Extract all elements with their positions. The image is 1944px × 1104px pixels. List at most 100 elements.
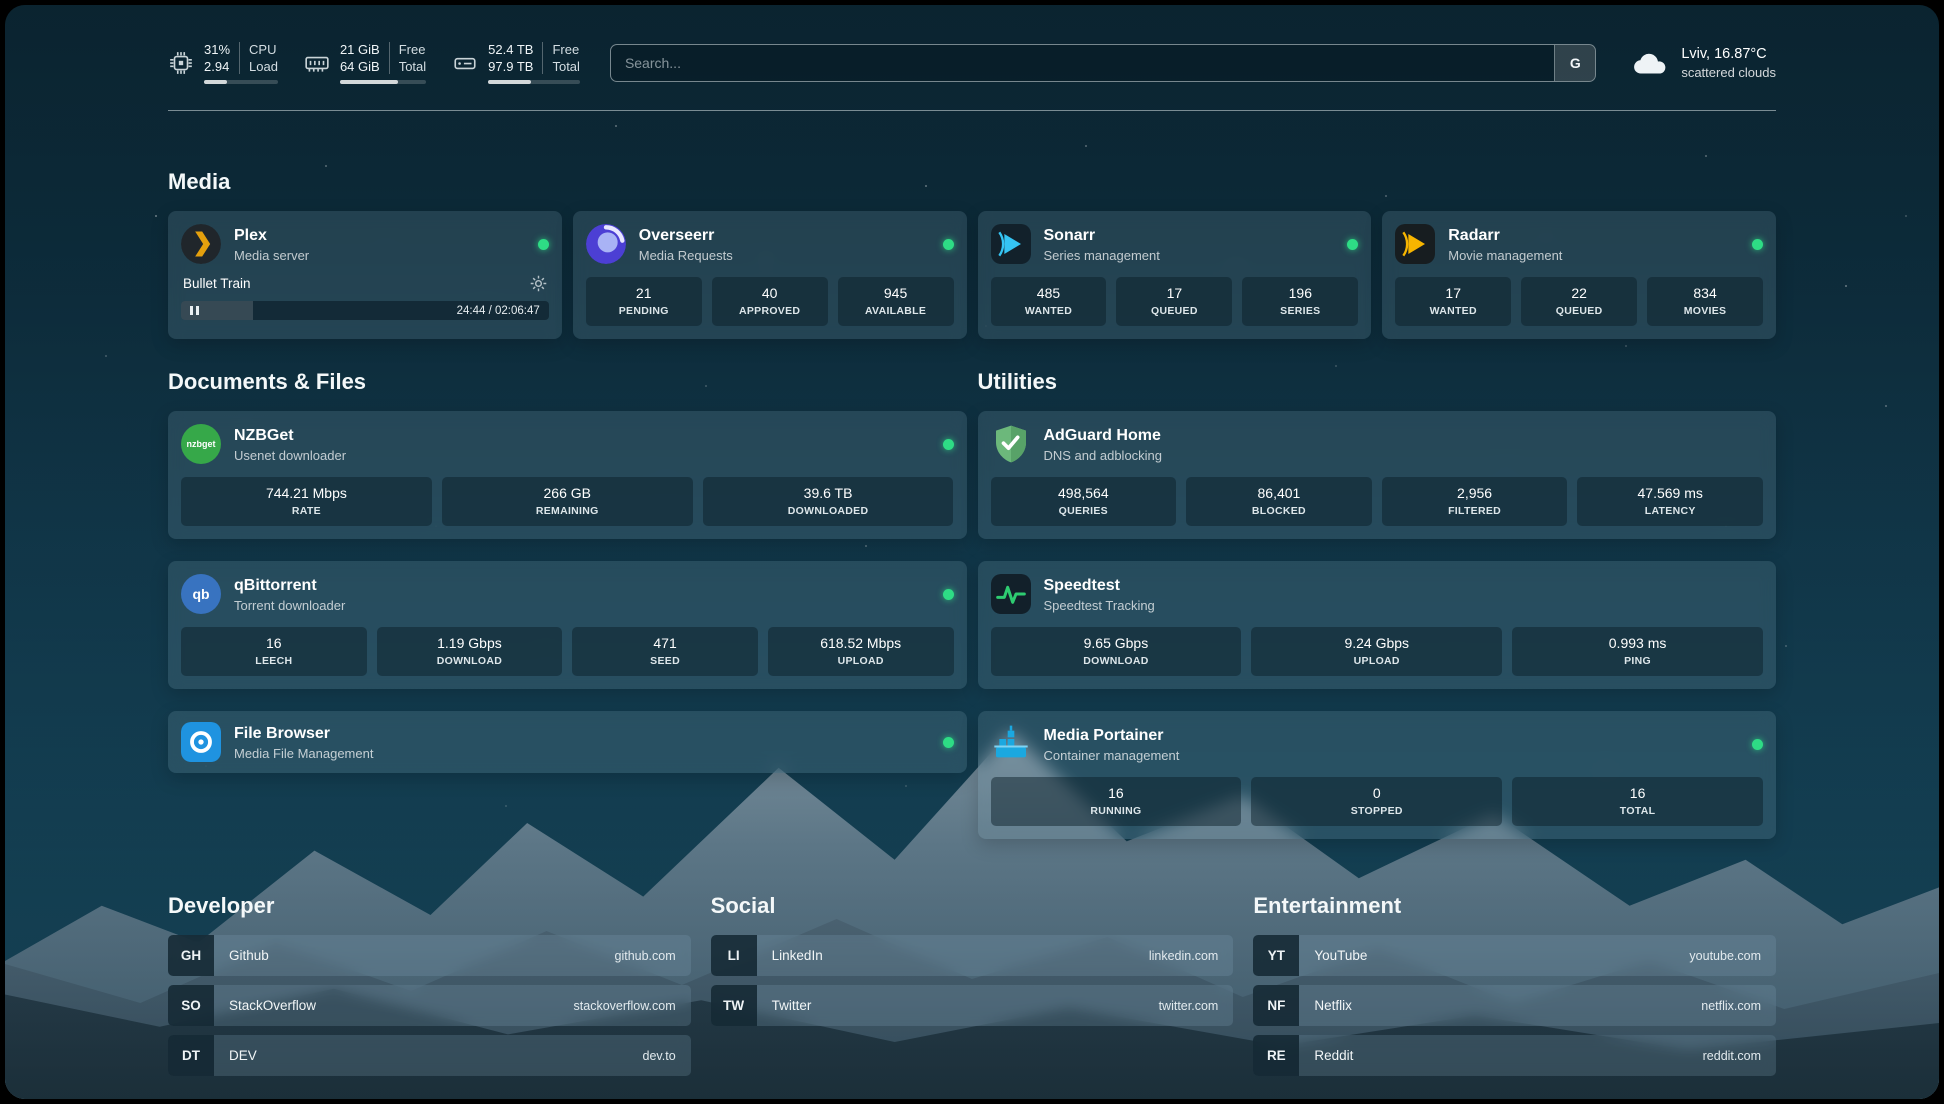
pause-button[interactable]: [190, 306, 199, 315]
app-subtitle: Usenet downloader: [234, 448, 346, 463]
bookmark-twitter[interactable]: TW Twitter twitter.com: [711, 985, 1234, 1026]
app-card-speedtest[interactable]: Speedtest Speedtest Tracking 9.65 GbpsDO…: [978, 561, 1777, 689]
search-engine-button[interactable]: G: [1554, 45, 1595, 81]
stat-download: 9.65 GbpsDOWNLOAD: [991, 627, 1242, 676]
disk-icon: [452, 50, 478, 76]
twitter-icon: TW: [711, 985, 757, 1026]
ram-free-label: Free: [399, 41, 426, 58]
section-title-documents: Documents & Files: [168, 369, 967, 395]
speedtest-icon: [991, 574, 1031, 614]
ram-progress-bar: [340, 80, 426, 84]
stat-seed: 471SEED: [572, 627, 758, 676]
weather-condition: scattered clouds: [1681, 65, 1776, 80]
bookmark-netflix[interactable]: NF Netflix netflix.com: [1253, 985, 1776, 1026]
stat-filtered: 2,956FILTERED: [1382, 477, 1568, 526]
app-card-filebrowser[interactable]: File Browser Media File Management: [168, 711, 967, 773]
app-card-adguard[interactable]: AdGuard Home DNS and adblocking 498,564Q…: [978, 411, 1777, 539]
stackoverflow-icon: SO: [168, 985, 214, 1026]
app-subtitle: Media Requests: [639, 248, 733, 263]
section-documents: Documents & Files nzbget NZBGet Usenet d…: [168, 369, 967, 773]
overseerr-icon: [586, 224, 626, 264]
dashboard-screen: 31% 2.94 CPU Load: [5, 5, 1939, 1099]
ram-free-value: 21 GiB: [340, 41, 380, 58]
stat-stopped: 0STOPPED: [1251, 777, 1502, 826]
status-online-dot: [1752, 239, 1763, 250]
weather-widget: Lviv, 16.87°C scattered clouds: [1632, 46, 1776, 80]
stat-leech: 16LEECH: [181, 627, 367, 676]
app-card-nzbget[interactable]: nzbget NZBGet Usenet downloader 744.21 M…: [168, 411, 967, 539]
disk-progress-bar: [488, 80, 580, 84]
cpu-chip-icon: [168, 50, 194, 76]
cpu-widget: 31% 2.94 CPU Load: [168, 41, 278, 84]
stat-queries: 498,564QUERIES: [991, 477, 1177, 526]
app-card-overseerr[interactable]: Overseerr Media Requests 21PENDING 40APP…: [573, 211, 967, 339]
app-name: Speedtest: [1044, 576, 1155, 595]
github-icon: GH: [168, 935, 214, 976]
app-card-portainer[interactable]: Media Portainer Container management 16R…: [978, 711, 1777, 839]
section-social: Social LI LinkedIn linkedin.com TW Twitt…: [711, 893, 1234, 1085]
app-name: Sonarr: [1044, 226, 1160, 245]
bookmark-youtube[interactable]: YT YouTube youtube.com: [1253, 935, 1776, 976]
qbittorrent-icon: qb: [181, 574, 221, 614]
section-title-media: Media: [168, 169, 1776, 195]
app-subtitle: Media server: [234, 248, 309, 263]
section-title-utilities: Utilities: [978, 369, 1777, 395]
app-card-sonarr[interactable]: Sonarr Series management 485WANTED 17QUE…: [978, 211, 1372, 339]
adguard-shield-icon: [991, 424, 1031, 464]
search-input[interactable]: [611, 45, 1554, 81]
bookmark-reddit[interactable]: RE Reddit reddit.com: [1253, 1035, 1776, 1076]
section-title-entertainment: Entertainment: [1253, 893, 1776, 919]
section-media: Media Plex Media server Bullet: [168, 169, 1776, 339]
app-name: File Browser: [234, 724, 373, 743]
cloud-icon: [1632, 50, 1668, 76]
app-card-radarr[interactable]: Radarr Movie management 17WANTED 22QUEUE…: [1382, 211, 1776, 339]
section-title-developer: Developer: [168, 893, 691, 919]
now-playing-title: Bullet Train: [183, 276, 251, 291]
header-divider: [168, 110, 1776, 111]
memory-icon: [304, 50, 330, 76]
stat-series: 196SERIES: [1242, 277, 1358, 326]
stat-queued: 22QUEUED: [1521, 277, 1637, 326]
app-name: NZBGet: [234, 426, 346, 445]
status-online-dot: [943, 589, 954, 600]
cpu-label: CPU: [249, 41, 278, 58]
stat-blocked: 86,401BLOCKED: [1186, 477, 1372, 526]
status-online-dot: [943, 737, 954, 748]
stat-running: 16RUNNING: [991, 777, 1242, 826]
bookmark-linkedin[interactable]: LI LinkedIn linkedin.com: [711, 935, 1234, 976]
stat-downloaded: 39.6 TBDOWNLOADED: [703, 477, 954, 526]
section-entertainment: Entertainment YT YouTube youtube.com NF …: [1253, 893, 1776, 1085]
bookmark-dev[interactable]: DT DEV dev.to: [168, 1035, 691, 1076]
disk-widget: 52.4 TB 97.9 TB Free Total: [452, 41, 580, 84]
playback-progress-bar[interactable]: 24:44 / 02:06:47: [181, 301, 549, 320]
disk-total-value: 97.9 TB: [488, 58, 533, 75]
netflix-icon: NF: [1253, 985, 1299, 1026]
app-subtitle: Torrent downloader: [234, 598, 345, 613]
bookmark-github[interactable]: GH Github github.com: [168, 935, 691, 976]
sonarr-icon: [991, 224, 1031, 264]
stat-remaining: 266 GBREMAINING: [442, 477, 693, 526]
stat-wanted: 17WANTED: [1395, 277, 1511, 326]
stat-upload: 9.24 GbpsUPLOAD: [1251, 627, 1502, 676]
disk-free-value: 52.4 TB: [488, 41, 533, 58]
portainer-icon: [991, 724, 1031, 764]
filebrowser-icon: [181, 722, 221, 762]
nzbget-icon: nzbget: [181, 424, 221, 464]
app-subtitle: Container management: [1044, 748, 1180, 763]
playback-time: 24:44 / 02:06:47: [457, 305, 540, 317]
reddit-icon: RE: [1253, 1035, 1299, 1076]
stat-approved: 40APPROVED: [712, 277, 828, 326]
stat-total: 16TOTAL: [1512, 777, 1763, 826]
cpu-usage-value: 31%: [204, 41, 230, 58]
stat-upload: 618.52 MbpsUPLOAD: [768, 627, 954, 676]
app-card-qbittorrent[interactable]: qb qBittorrent Torrent downloader 16LEEC…: [168, 561, 967, 689]
app-name: Plex: [234, 226, 309, 245]
ram-total-value: 64 GiB: [340, 58, 380, 75]
app-name: Media Portainer: [1044, 726, 1180, 745]
app-subtitle: Series management: [1044, 248, 1160, 263]
app-card-plex[interactable]: Plex Media server Bullet Train: [168, 211, 562, 339]
bookmark-stackoverflow[interactable]: SO StackOverflow stackoverflow.com: [168, 985, 691, 1026]
stat-pending: 21PENDING: [586, 277, 702, 326]
gear-icon[interactable]: [530, 275, 547, 292]
ram-total-label: Total: [399, 58, 426, 75]
